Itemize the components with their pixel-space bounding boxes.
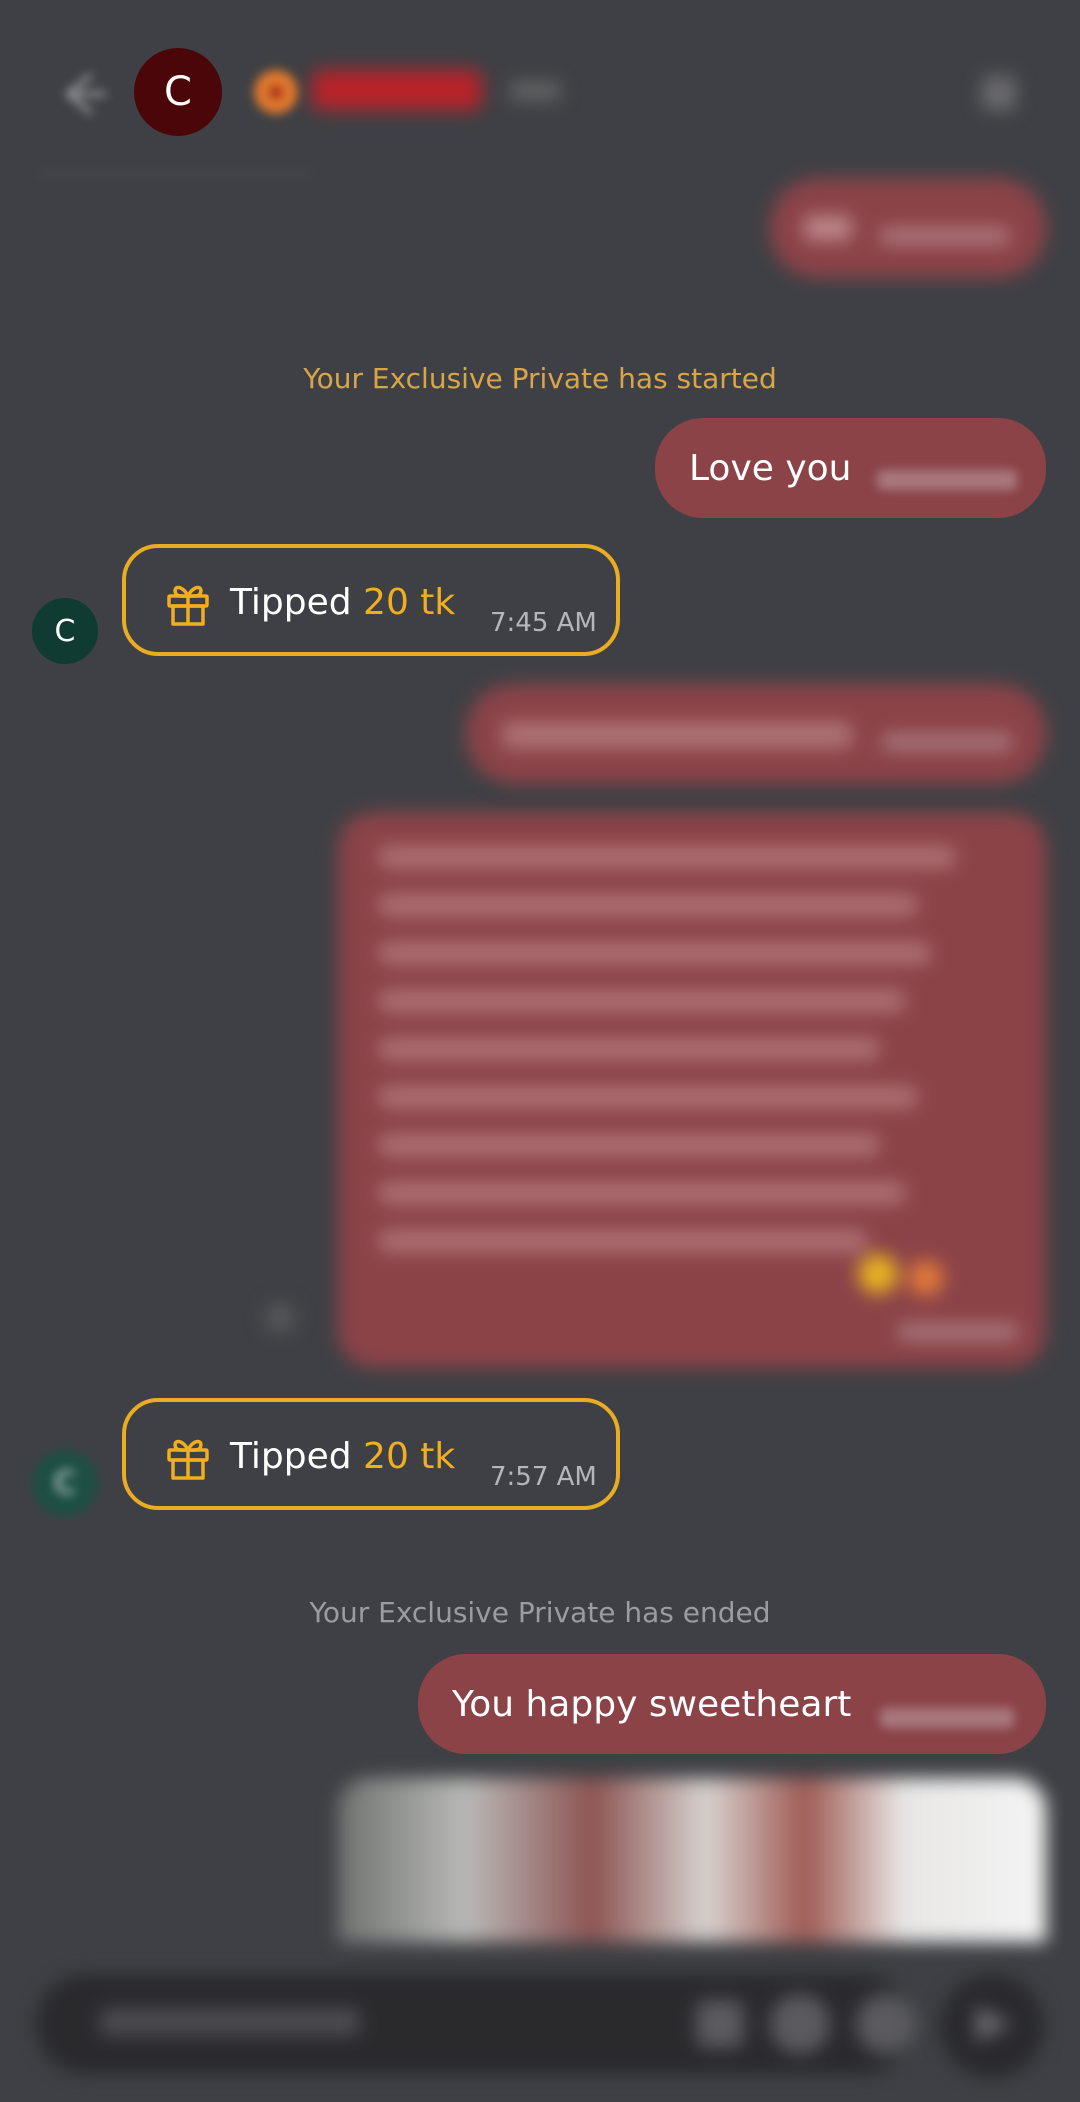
send-button[interactable] xyxy=(940,1974,1044,2078)
avatar[interactable]: C xyxy=(134,48,222,136)
message-bubble-blurred[interactable] xyxy=(338,812,1046,1368)
username-redacted[interactable] xyxy=(312,70,482,110)
tip-verb: Tipped xyxy=(230,582,352,623)
message-time-blurred xyxy=(877,470,1017,490)
gift-icon xyxy=(167,1439,209,1480)
header-divider xyxy=(40,172,310,174)
back-arrow-icon[interactable] xyxy=(50,64,110,124)
more-options-icon[interactable] xyxy=(982,76,1016,110)
message-bubble[interactable]: You happy sweetheart xyxy=(418,1654,1046,1754)
blurred-text-lines xyxy=(378,846,1006,1278)
message-bubble-blurred[interactable] xyxy=(770,178,1046,278)
star-badge-icon: ★ xyxy=(254,70,298,114)
message-composer xyxy=(36,1974,916,2074)
message-time-blurred xyxy=(880,1708,1014,1728)
avatar-initial: C xyxy=(54,1465,76,1501)
reply-icon[interactable] xyxy=(266,1304,294,1332)
exclusive-ended-notice: Your Exclusive Private has ended xyxy=(309,1596,771,1629)
tip-label: Tipped 20 tk xyxy=(230,1436,455,1477)
emoji-icon xyxy=(908,1260,944,1296)
tip-amount: 20 tk xyxy=(363,582,456,623)
tip-card: Tipped 20 tk 7:45 AM xyxy=(122,544,620,656)
emoji-picker-icon[interactable] xyxy=(856,1994,916,2054)
tip-label: Tipped 20 tk xyxy=(230,582,455,623)
avatar-initial: C xyxy=(54,613,76,649)
tip-time: 7:45 AM xyxy=(490,608,597,638)
sender-avatar[interactable]: C xyxy=(32,1450,98,1516)
send-icon xyxy=(976,2006,1012,2042)
message-bubble[interactable]: Love you xyxy=(655,418,1046,518)
gift-icon xyxy=(167,585,209,626)
user-status xyxy=(510,82,560,100)
tip-amount: 20 tk xyxy=(363,1436,456,1477)
attach-icon[interactable] xyxy=(696,2000,744,2048)
sender-avatar[interactable]: C xyxy=(32,598,98,664)
message-text: You happy sweetheart xyxy=(452,1684,852,1725)
tip-verb: Tipped xyxy=(230,1436,352,1477)
message-text: Love you xyxy=(689,448,852,489)
chat-header: C ★ xyxy=(0,0,1080,180)
image-attachment[interactable] xyxy=(338,1778,1046,1942)
tip-time: 7:57 AM xyxy=(490,1462,597,1492)
camera-icon[interactable] xyxy=(770,1994,830,2054)
avatar-initial: C xyxy=(164,69,192,115)
tip-card: Tipped 20 tk 7:57 AM xyxy=(122,1398,620,1510)
emoji-icon xyxy=(858,1254,898,1294)
message-bubble-blurred[interactable] xyxy=(466,684,1046,784)
exclusive-started-notice: Your Exclusive Private has started xyxy=(303,362,777,395)
message-input[interactable] xyxy=(100,2008,360,2036)
